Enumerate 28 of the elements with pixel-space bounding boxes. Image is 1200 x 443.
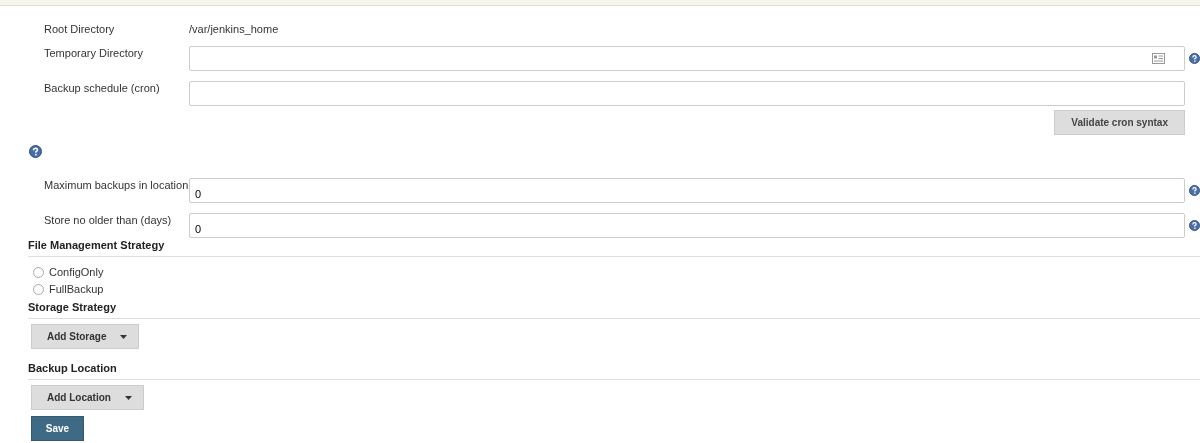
validate-button[interactable]: Validate cron syntax [1054,110,1185,135]
radio-label[interactable]: ConfigOnly [49,265,104,279]
section-heading: Backup Location [28,361,1200,380]
radio-button[interactable] [33,283,44,295]
section-heading: File Management Strategy [28,238,1200,257]
field-label: Root Directory [43,22,116,36]
dropdown-button[interactable]: Add Storage [31,324,140,349]
help-icon[interactable] [1189,219,1200,232]
field-label: Store no older than (days) [43,213,173,227]
input-field[interactable]: 0 [189,178,1185,203]
radio-button[interactable] [33,266,44,278]
input-field[interactable] [189,46,1185,71]
help-icon[interactable] [29,145,42,158]
dropdown-button[interactable]: Add Location [31,385,144,410]
field-label: Maximum backups in location [43,178,189,192]
section-heading: Storage Strategy [28,300,1200,319]
field-value: /var/jenkins_home [189,22,279,36]
help-icon[interactable] [1189,184,1200,197]
save-button[interactable]: Save [31,416,84,441]
input-field[interactable] [189,81,1185,106]
field-label: Backup schedule (cron) [43,81,161,95]
list-icon[interactable] [1152,53,1165,64]
radio-label[interactable]: FullBackup [49,282,104,296]
help-icon[interactable] [1189,52,1200,65]
input-field[interactable]: 0 [189,213,1185,238]
caret-icon [124,395,132,400]
caret-icon [120,334,128,339]
field-label: Temporary Directory [43,46,145,60]
